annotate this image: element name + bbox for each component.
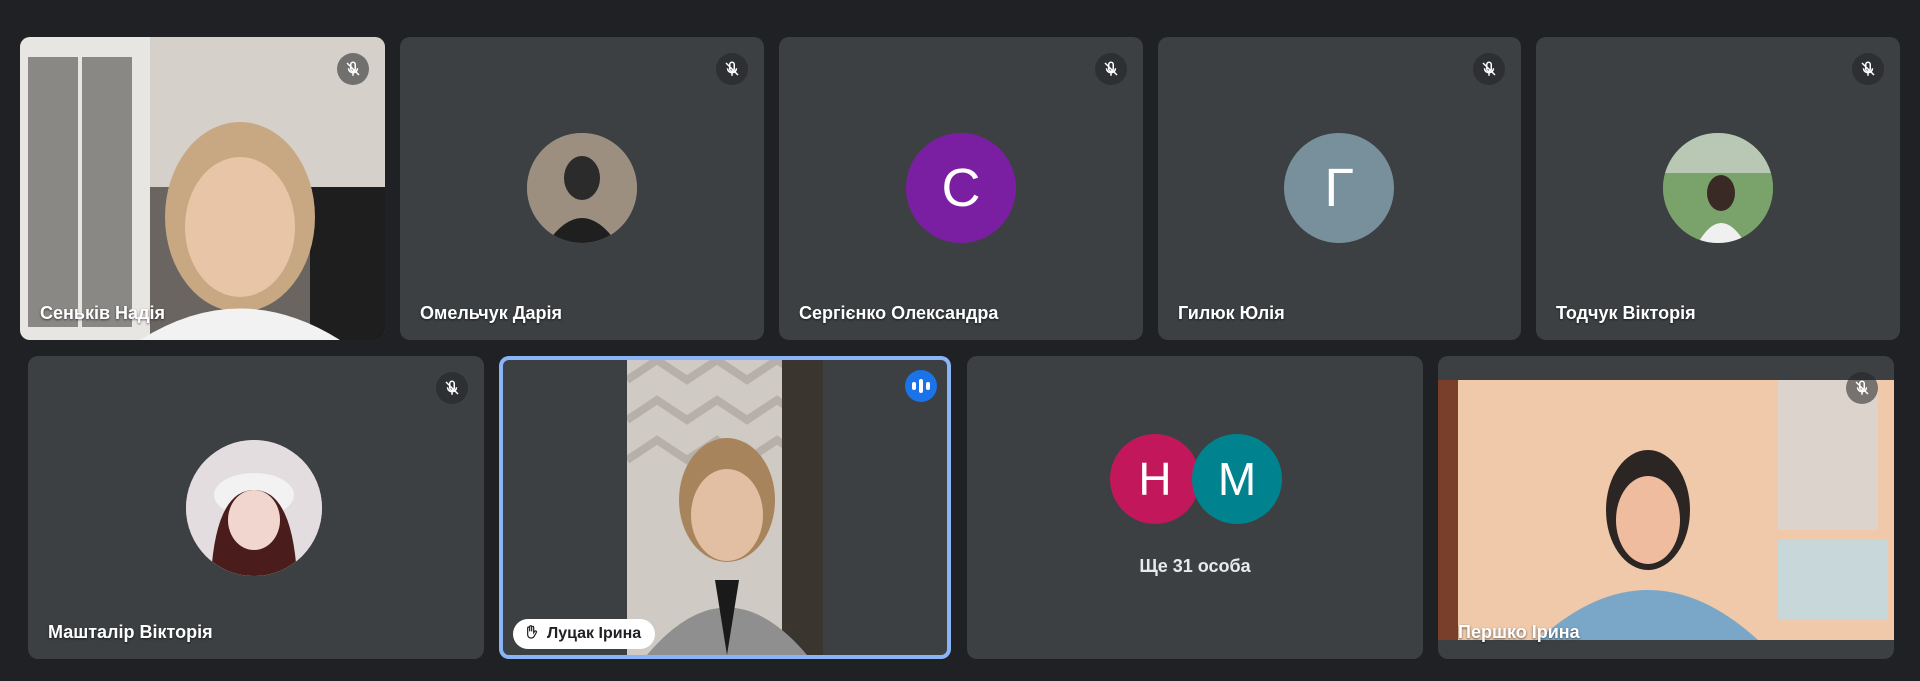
participant-name: Гилюк Юлія [1178,303,1285,323]
mic-muted-icon [436,372,468,404]
participant-name: Машталір Вікторія [48,622,213,642]
speaking-indicator-icon [905,370,937,402]
participant-tile[interactable]: Омельчук Дарія [400,37,764,340]
participant-tile[interactable]: Тодчук Вікторія [1536,37,1900,340]
name-chip: Луцак Ірина [513,619,656,649]
others-avatar: М [1192,434,1282,524]
participant-avatar [527,133,637,243]
participant-name: Тодчук Вікторія [1556,303,1696,323]
participant-video [627,360,823,655]
participant-tile-active-speaker[interactable]: Луцак Ірина [499,356,951,659]
participant-name: Сергієнко Олександра [799,303,999,323]
mic-muted-icon [1473,53,1505,85]
participant-tile[interactable]: С Сергієнко Олександра [779,37,1143,340]
participant-tile[interactable]: Машталір Вікторія [28,356,484,659]
mic-muted-icon [1846,372,1878,404]
mic-muted-icon [716,53,748,85]
others-avatar: Н [1110,434,1200,524]
mic-muted-icon [337,53,369,85]
mic-muted-icon [1852,53,1884,85]
participant-name: Омельчук Дарія [420,303,563,323]
participant-tile[interactable]: Першко Ірина [1438,356,1894,659]
participant-avatar [186,440,322,576]
raised-hand-icon [523,624,539,645]
mic-muted-icon [1095,53,1127,85]
participant-name: Луцак Ірина [547,625,642,642]
participant-tile[interactable]: Сеньків Надія [20,37,385,340]
others-tile[interactable]: Н М Ще 31 особа [967,356,1423,659]
participant-avatar: С [906,133,1016,243]
participant-avatar: Г [1284,133,1394,243]
participant-avatar [1663,133,1773,243]
participant-name: Першко Ірина [1458,622,1580,642]
participant-video [20,37,385,340]
participant-tile[interactable]: Г Гилюк Юлія [1158,37,1521,340]
participant-video [1438,380,1894,640]
others-count-label: Ще 31 особа [1139,556,1251,576]
participant-name: Сеньків Надія [40,303,165,323]
